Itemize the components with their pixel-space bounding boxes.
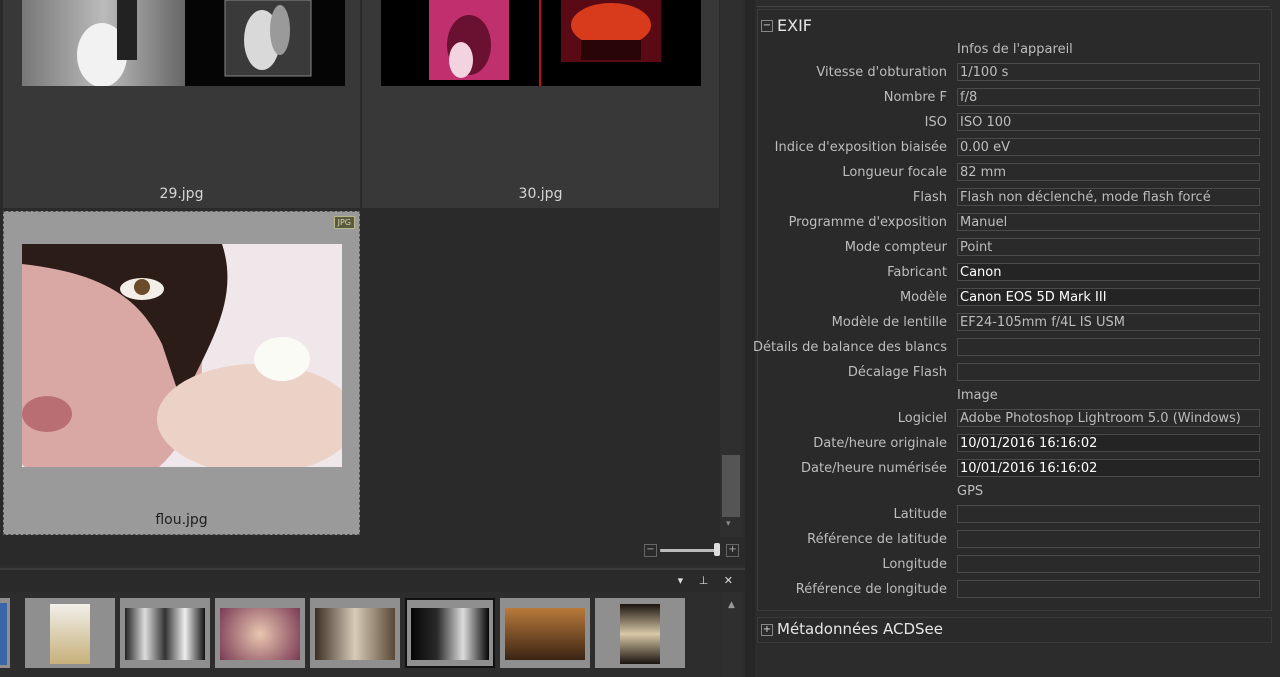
thumbnail-30[interactable]: 30.jpg [362,0,719,208]
exif-label: Longitude [882,557,947,572]
scroll-down-arrow-icon[interactable]: ▾ [726,519,731,529]
exif-value-longitude-ref[interactable] [957,580,1260,598]
thumbnail-29[interactable]: 29.jpg [3,0,360,208]
exif-value-flash[interactable]: Flash non déclenché, mode flash forcé [957,188,1260,206]
exif-value-exposure-bias[interactable]: 0.00 eV [957,138,1260,156]
group-gps: GPS [957,484,984,499]
exif-value-software[interactable]: Adobe Photoshop Lightroom 5.0 (Windows) [957,409,1260,427]
exif-label: Mode compteur [844,240,947,255]
exif-value-longitude[interactable] [957,555,1260,573]
acdsee-title: Métadonnées ACDSee [777,620,943,638]
thumbnail-filename: flou.jpg [155,512,208,528]
exif-label: Modèle de lentille [831,315,947,330]
exif-value-flash-offset[interactable] [957,363,1260,381]
filmstrip-item-selected[interactable] [405,598,495,668]
exif-label: Date/heure numérisée [801,461,947,476]
scrollbar-thumb[interactable] [722,455,740,517]
thumbnail-filename: 30.jpg [518,186,563,202]
zoom-in-button[interactable]: + [726,544,739,557]
filmstrip-item[interactable] [25,598,115,668]
exif-label: Détails de balance des blancs [752,340,947,355]
exif-title: EXIF [777,16,812,35]
exif-value-shutter[interactable]: 1/100 s [957,63,1260,81]
file-type-badge: JPG [333,216,355,229]
exif-label: Programme d'exposition [788,215,947,230]
exif-label: Modèle [899,290,947,305]
filmstrip-item[interactable] [310,598,400,668]
exif-value-iso[interactable]: ISO 100 [957,113,1260,131]
thumbnail-filename: 29.jpg [159,186,204,202]
exif-label: ISO [924,115,947,130]
group-camera-info: Infos de l'appareil [957,42,1073,57]
filmstrip [0,592,720,677]
thumbnail-flou[interactable]: JPG flou.jpg [3,211,360,535]
exif-label: Longueur focale [842,165,947,180]
zoom-out-button[interactable]: − [644,544,657,557]
exif-label: Indice d'exposition biaisée [774,140,947,155]
exif-value-date-digitized[interactable]: 10/01/2016 16:16:02 [957,459,1260,477]
scroll-up-arrow-icon[interactable]: ▲ [728,600,735,610]
zoom-slider-track[interactable] [660,549,720,552]
pane-controls-icon[interactable]: ▾ ⊥ ✕ [678,574,739,587]
exif-value-fnumber[interactable]: f/8 [957,88,1260,106]
exif-value-make[interactable]: Canon [957,263,1260,281]
exif-label: Référence de longitude [795,582,947,597]
thumbnail-image [22,244,342,467]
exif-value-date-original[interactable]: 10/01/2016 16:16:02 [957,434,1260,452]
exif-label: Référence de latitude [807,532,947,547]
exif-label: Vitesse d'obturation [816,65,947,80]
previous-section-edge [757,0,1270,7]
exif-value-focal-length[interactable]: 82 mm [957,163,1260,181]
grid-vertical-scrollbar[interactable]: ▾ [720,0,742,537]
filmstrip-item[interactable] [0,598,10,668]
filmstrip-header: ▾ ⊥ ✕ [0,568,745,594]
filmstrip-item[interactable] [595,598,685,668]
exif-value-metering[interactable]: Point [957,238,1260,256]
exif-label: Fabricant [887,265,947,280]
thumbnail-grid: 29.jpg 30.jpg JPG flou.jpg [0,0,720,537]
exif-value-exposure-program[interactable]: Manuel [957,213,1260,231]
exif-value-lens[interactable]: EF24-105mm f/4L IS USM [957,313,1260,331]
group-image: Image [957,388,998,403]
exif-value-latitude[interactable] [957,505,1260,523]
exif-value-model[interactable]: Canon EOS 5D Mark III [957,288,1260,306]
exif-value-latitude-ref[interactable] [957,530,1260,548]
expand-acdsee-icon[interactable]: + [761,624,773,636]
zoom-bar: − + [0,537,745,565]
filmstrip-scrollbar[interactable]: ▲ [722,592,742,677]
exif-value-white-balance[interactable] [957,338,1260,356]
exif-label: Date/heure originale [813,436,947,451]
filmstrip-item[interactable] [120,598,210,668]
collapse-exif-icon[interactable]: − [761,20,773,32]
exif-label: Logiciel [897,411,947,426]
exif-label: Nombre F [883,90,947,105]
thumbnail-image [22,0,345,86]
exif-label: Latitude [893,507,947,522]
thumbnail-image [381,0,701,86]
exif-label: Décalage Flash [847,365,947,380]
filmstrip-item[interactable] [215,598,305,668]
pane-splitter[interactable] [745,0,755,677]
exif-label: Flash [912,190,947,205]
zoom-slider-handle[interactable] [714,543,720,556]
filmstrip-item[interactable] [500,598,590,668]
